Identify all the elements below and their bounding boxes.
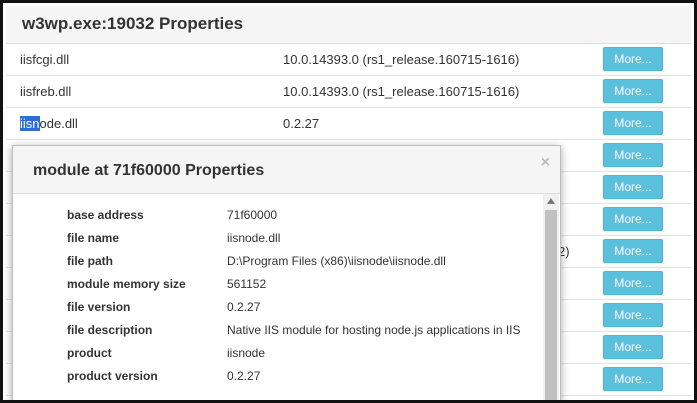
table-row: iisnode.dll 0.2.27 More... [6, 108, 691, 140]
dialog-title: module at 71f60000 Properties [33, 162, 265, 179]
property-value: iisnode.dll [227, 231, 281, 245]
property-row: product version 0.2.27 [13, 365, 543, 388]
more-button[interactable]: More... [603, 303, 663, 327]
more-button[interactable]: More... [603, 79, 663, 103]
page-title: w3wp.exe:19032 Properties [22, 14, 244, 33]
property-row: file path D:\Program Files (x86)\iisnode… [13, 250, 543, 273]
more-button[interactable]: More... [603, 143, 663, 167]
more-button[interactable]: More... [603, 207, 663, 231]
module-properties-dialog: module at 71f60000 Properties × base add… [12, 145, 561, 400]
table-row: iisfcgi.dll 10.0.14393.0 (rs1_release.16… [6, 44, 691, 76]
property-value: Native IIS module for hosting node.js ap… [227, 323, 521, 337]
property-key: file path [67, 254, 114, 268]
module-version: 10.0.14393.0 (rs1_release.160715-1616) [283, 84, 520, 99]
property-value: iisnode [227, 346, 266, 360]
property-value: 561152 [227, 277, 267, 291]
property-value: 71f60000 [227, 208, 278, 222]
dialog-header: module at 71f60000 Properties × [13, 146, 560, 194]
property-value: 0.2.27 [227, 369, 261, 383]
scrollbar-thumb[interactable] [545, 210, 557, 400]
module-name-rest: ode.dll [39, 116, 78, 131]
module-name: iisfcgi.dll [20, 52, 70, 67]
module-version: 10.0.14393.0 (rs1_release.160715-1616) [283, 52, 520, 67]
module-version: 0.2.27 [283, 116, 320, 131]
property-row: base address 71f60000 [13, 204, 543, 227]
property-row: file description Native IIS module for h… [13, 319, 543, 342]
property-key: file description [67, 323, 153, 337]
property-value: D:\Program Files (x86)\iisnode\iisnode.d… [227, 254, 446, 268]
property-value: 0.2.27 [227, 300, 261, 314]
property-key: base address [67, 208, 144, 222]
more-button[interactable]: More... [603, 239, 663, 263]
property-key: product version [67, 369, 158, 383]
module-name: iisfreb.dll [20, 84, 72, 99]
more-button[interactable]: More... [603, 271, 663, 295]
caret-up-icon [547, 198, 555, 204]
screenshot-frame: w3wp.exe:19032 Properties iisfcgi.dll 10… [0, 0, 697, 403]
scroll-up-button[interactable] [543, 194, 559, 208]
selected-text[interactable]: iisn [20, 116, 40, 131]
more-button[interactable]: More... [603, 335, 663, 359]
module-name: iisnode.dll [20, 116, 78, 131]
property-key: product [67, 346, 112, 360]
more-button[interactable]: More... [603, 175, 663, 199]
property-key: file name [67, 231, 120, 245]
property-row: product iisnode [13, 342, 543, 365]
close-icon[interactable]: × [541, 154, 550, 172]
property-row: file version 0.2.27 [13, 296, 543, 319]
more-button[interactable]: More... [603, 111, 663, 135]
more-button[interactable]: More... [603, 367, 663, 391]
table-row: iisfreb.dll 10.0.14393.0 (rs1_release.16… [6, 76, 691, 108]
more-button[interactable]: More... [603, 47, 663, 71]
property-row: module memory size 561152 [13, 273, 543, 296]
property-key: module memory size [67, 277, 186, 291]
property-row: file name iisnode.dll [13, 227, 543, 250]
properties-header: w3wp.exe:19032 Properties [6, 6, 691, 44]
property-key: file version [67, 300, 131, 314]
